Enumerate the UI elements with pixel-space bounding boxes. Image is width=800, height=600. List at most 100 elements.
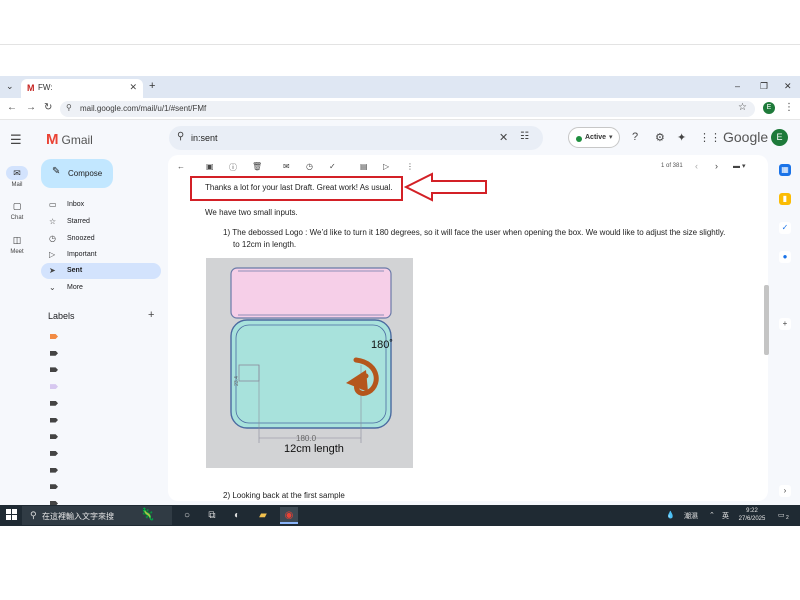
more-options-icon[interactable]: ⋮ <box>406 162 414 171</box>
chevron-down-icon: ⌄ <box>49 283 56 292</box>
close-window-button[interactable]: ✕ <box>784 81 792 92</box>
gear-icon[interactable]: ⚙ <box>655 131 665 144</box>
back-icon[interactable]: ← <box>7 102 17 113</box>
browser-profile-avatar[interactable]: E <box>763 102 775 114</box>
search-options-icon[interactable]: ☷ <box>520 131 529 142</box>
nav-more[interactable]: ⌄ More <box>41 280 161 296</box>
add-label-icon[interactable]: + <box>148 309 154 321</box>
top-divider <box>0 44 800 45</box>
status-selector[interactable]: Active ▾ <box>568 127 620 148</box>
nav-starred[interactable]: ☆ Starred <box>41 214 161 230</box>
help-icon[interactable]: ? <box>632 131 638 143</box>
search-icon[interactable]: ⚲ <box>177 131 184 142</box>
restore-button[interactable]: ❐ <box>760 81 768 92</box>
nav-important[interactable]: ▷ Important <box>41 247 161 263</box>
hide-side-panel-icon[interactable]: › <box>779 485 791 497</box>
apps-grid-icon[interactable]: ⋮⋮ <box>699 131 721 144</box>
email-line-4: 2) Looking back at the first sample <box>223 491 345 500</box>
mark-unread-icon[interactable]: ✉ <box>283 162 290 171</box>
get-addons-icon[interactable]: + <box>779 318 791 330</box>
tab-close-icon[interactable]: ✕ <box>129 82 137 93</box>
task-view-icon[interactable]: ⧉ <box>203 507 221 524</box>
newer-icon[interactable]: ‹ <box>695 161 698 171</box>
compose-button[interactable]: ✎ Compose <box>41 159 113 188</box>
nav-inbox[interactable]: ▭ Inbox <box>41 197 161 213</box>
notification-count: 2 <box>786 515 789 521</box>
site-info-icon[interactable]: ⚲ <box>66 103 72 112</box>
important-icon: ▷ <box>49 250 56 259</box>
move-to-icon[interactable]: ▤ <box>360 162 368 171</box>
nav-sent[interactable]: ➤ Sent <box>41 263 161 279</box>
reload-icon[interactable]: ↻ <box>44 102 52 113</box>
taskbar-search-placeholder: 在這裡輸入文字來搜 <box>42 512 114 521</box>
delete-icon[interactable]: 🗑 <box>252 162 262 171</box>
archive-icon[interactable]: ▣ <box>206 162 214 171</box>
clock-icon: ◷ <box>49 234 56 243</box>
notifications-icon[interactable]: ▭ <box>778 511 785 519</box>
account-avatar[interactable]: E <box>771 129 788 146</box>
rail-meet[interactable]: ◫ Meet <box>0 233 34 255</box>
rail-mail-label: Mail <box>11 182 23 188</box>
cortana-icon[interactable]: ○ <box>178 507 196 524</box>
rail-meet-label: Meet <box>10 249 24 255</box>
email-line-3b: to 12cm in length. <box>233 240 297 249</box>
snooze-icon[interactable]: ◷ <box>306 162 313 171</box>
mail-icon: ✉ <box>6 166 28 180</box>
back-to-list-icon[interactable]: ← <box>177 162 185 171</box>
report-spam-icon[interactable]: ⓘ <box>229 162 237 173</box>
weather-text[interactable]: 潮濕 <box>684 511 698 521</box>
google-account-logo[interactable]: Google <box>723 129 768 145</box>
label-icon[interactable]: ▷ <box>383 162 389 171</box>
search-bar[interactable]: ⚲ in:sent ✕ ☷ <box>169 126 543 150</box>
gmail-logo[interactable]: M Gmail <box>46 131 93 149</box>
scrollbar-thumb[interactable] <box>764 285 769 355</box>
minimize-button[interactable]: – <box>735 81 740 91</box>
chrome-icon[interactable]: ◉ <box>280 507 298 524</box>
ime-indicator[interactable]: 英 <box>722 511 729 521</box>
nav-more-label: More <box>67 284 83 291</box>
status-label: Active <box>585 134 607 141</box>
contacts-icon[interactable]: ● <box>779 251 791 263</box>
send-icon: ➤ <box>49 266 56 275</box>
weather-icon[interactable]: 💧 <box>666 511 675 519</box>
gemini-icon[interactable]: ✦ <box>677 131 686 144</box>
tray-chevron-icon[interactable]: ⌃ <box>709 511 715 519</box>
address-bar[interactable]: ⚲ mail.google.com/mail/u/1/#sent/FMf ☆ <box>60 101 755 117</box>
main-menu-icon[interactable]: ☰ <box>10 132 22 148</box>
tab-title: FW: <box>38 83 53 92</box>
new-tab-button[interactable]: + <box>149 80 155 92</box>
star-icon: ☆ <box>49 217 57 226</box>
gmail-m-icon: M <box>46 131 59 148</box>
email-line-3: 1) The debossed Logo : We’d like to turn… <box>223 227 763 251</box>
forward-icon[interactable]: → <box>26 102 36 113</box>
search-icon: ⚲ <box>30 510 37 520</box>
edge-icon[interactable]: ◐ <box>228 507 246 524</box>
input-tools-icon[interactable]: ▬ ▾ <box>733 162 745 170</box>
email-line-2: We have two small inputs. <box>205 208 298 217</box>
labels-heading: Labels <box>48 311 75 321</box>
keep-icon[interactable]: ▮ <box>779 193 791 205</box>
clear-search-icon[interactable]: ✕ <box>499 131 508 144</box>
angle-label: 180˚ <box>371 339 394 351</box>
status-dot-icon <box>576 136 582 142</box>
side-dimension-label: 23.4 <box>233 376 240 386</box>
dimension-label: 180.0 <box>296 434 317 443</box>
rail-mail[interactable]: ✉ Mail <box>0 166 34 188</box>
tasks-icon[interactable]: ✓ <box>779 222 791 234</box>
older-icon[interactable]: › <box>715 161 718 171</box>
rail-chat[interactable]: ▢ Chat <box>0 199 34 221</box>
box-drawing-image[interactable]: 180˚ 180.0 23.4 12cm length <box>206 258 413 468</box>
search-input[interactable]: in:sent <box>191 133 218 143</box>
tab-search-icon[interactable]: ⌄ <box>6 81 14 92</box>
windows-start-icon[interactable] <box>6 509 17 520</box>
browser-menu-icon[interactable]: ⋮ <box>784 102 794 113</box>
add-task-icon[interactable]: ✓ <box>329 162 336 171</box>
nav-inbox-label: Inbox <box>67 201 85 208</box>
browser-tab[interactable]: M FW: ✕ <box>21 79 143 98</box>
bookmark-star-icon[interactable]: ☆ <box>738 102 747 113</box>
nav-snoozed[interactable]: ◷ Snoozed <box>41 231 161 247</box>
taskbar-search[interactable]: ⚲ 在這裡輸入文字來搜 🦎 <box>22 506 172 525</box>
clock[interactable]: 9:22 27/6/2025 <box>736 507 768 523</box>
calendar-icon[interactable]: ▦ <box>779 164 791 176</box>
file-explorer-icon[interactable]: ▰ <box>254 507 272 524</box>
